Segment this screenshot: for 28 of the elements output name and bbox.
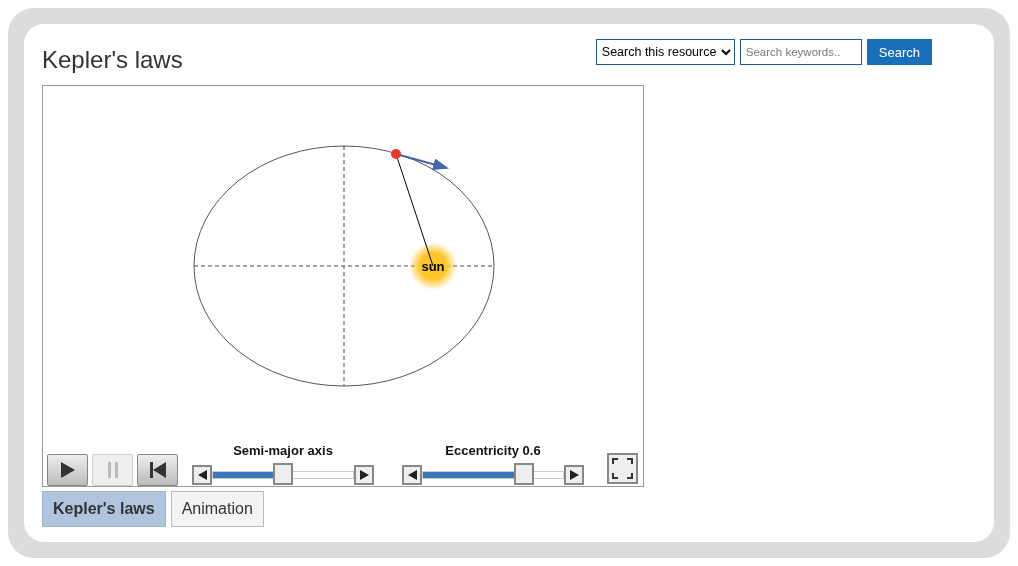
play-button[interactable] — [47, 454, 88, 486]
right-arrow-icon — [569, 470, 579, 480]
fullscreen-icon — [612, 458, 633, 479]
planet[interactable] — [391, 149, 401, 159]
reset-button[interactable] — [137, 454, 178, 486]
page-title: Kepler's laws — [42, 46, 183, 74]
right-arrow-icon — [359, 470, 369, 480]
search-field[interactable]: Search keywords.. — [739, 39, 862, 65]
skip-back-icon — [149, 462, 166, 478]
tab[interactable]: Kepler's laws — [42, 491, 166, 527]
sun-glow — [409, 242, 457, 290]
slider-label: Eccentricity 0.6 — [444, 443, 542, 458]
left-arrow-icon — [407, 470, 417, 480]
search-button[interactable]: Search — [866, 39, 932, 65]
sun-label: sun — [421, 259, 445, 274]
pause-icon — [107, 462, 118, 478]
tab[interactable]: Animation — [170, 491, 264, 527]
decrease-button[interactable] — [192, 465, 212, 485]
decrease-button[interactable] — [402, 465, 422, 485]
increase-button[interactable] — [354, 465, 374, 485]
play-icon — [60, 462, 75, 478]
increase-button[interactable] — [564, 465, 584, 485]
slider-thumb[interactable] — [273, 463, 293, 485]
slider-thumb[interactable] — [513, 463, 534, 485]
search-scope-dropdown[interactable]: Search this resource — [595, 39, 735, 65]
slider-label: Semi-major axis — [232, 443, 334, 458]
left-arrow-icon — [197, 470, 207, 480]
fullscreen-button[interactable] — [607, 453, 638, 484]
